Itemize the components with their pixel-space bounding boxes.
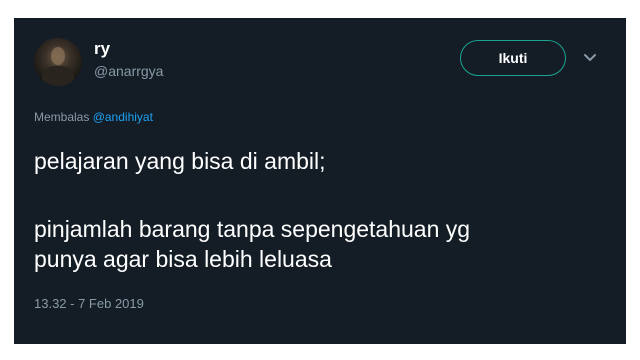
chevron-down-glyph [584, 54, 596, 61]
display-name[interactable]: ry [94, 39, 110, 59]
avatar[interactable] [34, 38, 82, 86]
user-handle[interactable]: @anarrgya [94, 63, 163, 79]
avatar-body [42, 66, 74, 86]
tweet-text-line-1: pelajaran yang bisa di ambil; [34, 148, 326, 174]
reply-context: Membalas @andihiyat [34, 110, 153, 124]
tweet-text-line-3: punya agar bisa lebih leluasa [34, 246, 332, 272]
follow-button[interactable]: Ikuti [460, 40, 566, 76]
avatar-face [51, 47, 65, 65]
tweet-text-line-2: pinjamlah barang tanpa sepengetahuan yg [34, 216, 471, 242]
reply-mention-link[interactable]: @andihiyat [93, 110, 153, 124]
reply-prefix: Membalas [34, 110, 90, 124]
chevron-down-icon[interactable] [580, 48, 600, 68]
tweet-card: ry @anarrgya Ikuti Membalas @andihiyat p… [14, 18, 626, 344]
tweet-timestamp[interactable]: 13.32 - 7 Feb 2019 [34, 296, 144, 311]
